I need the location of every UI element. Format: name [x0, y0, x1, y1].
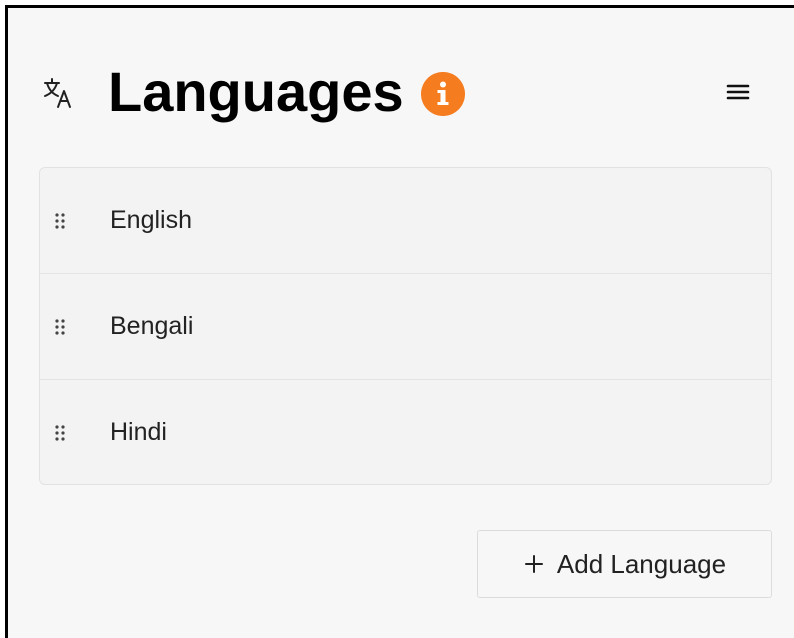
list-item-english[interactable]: English — [40, 168, 771, 274]
translate-icon — [44, 78, 71, 108]
drag-handle-icon[interactable] — [53, 318, 67, 336]
list-item-label: Bengali — [110, 312, 194, 340]
add-language-label: Add Language — [556, 549, 727, 579]
list-item-label: English — [110, 206, 192, 234]
list-item-hindi[interactable]: Hindi — [40, 380, 771, 484]
page-title: Languages — [108, 60, 404, 123]
hamburger-menu-icon[interactable] — [723, 77, 753, 107]
language-list: English Bengali Hindi — [39, 167, 772, 485]
list-item-bengali[interactable]: Bengali — [40, 274, 771, 380]
plus-icon — [524, 555, 543, 573]
drag-handle-icon[interactable] — [53, 212, 67, 230]
info-icon[interactable] — [421, 72, 465, 116]
list-item-label: Hindi — [110, 418, 167, 446]
add-language-button[interactable]: Add Language — [477, 530, 772, 598]
languages-panel: Languages English Bengali Hindi Add Lang… — [5, 5, 794, 638]
panel-header: Languages — [8, 8, 794, 158]
drag-handle-icon[interactable] — [53, 424, 67, 442]
